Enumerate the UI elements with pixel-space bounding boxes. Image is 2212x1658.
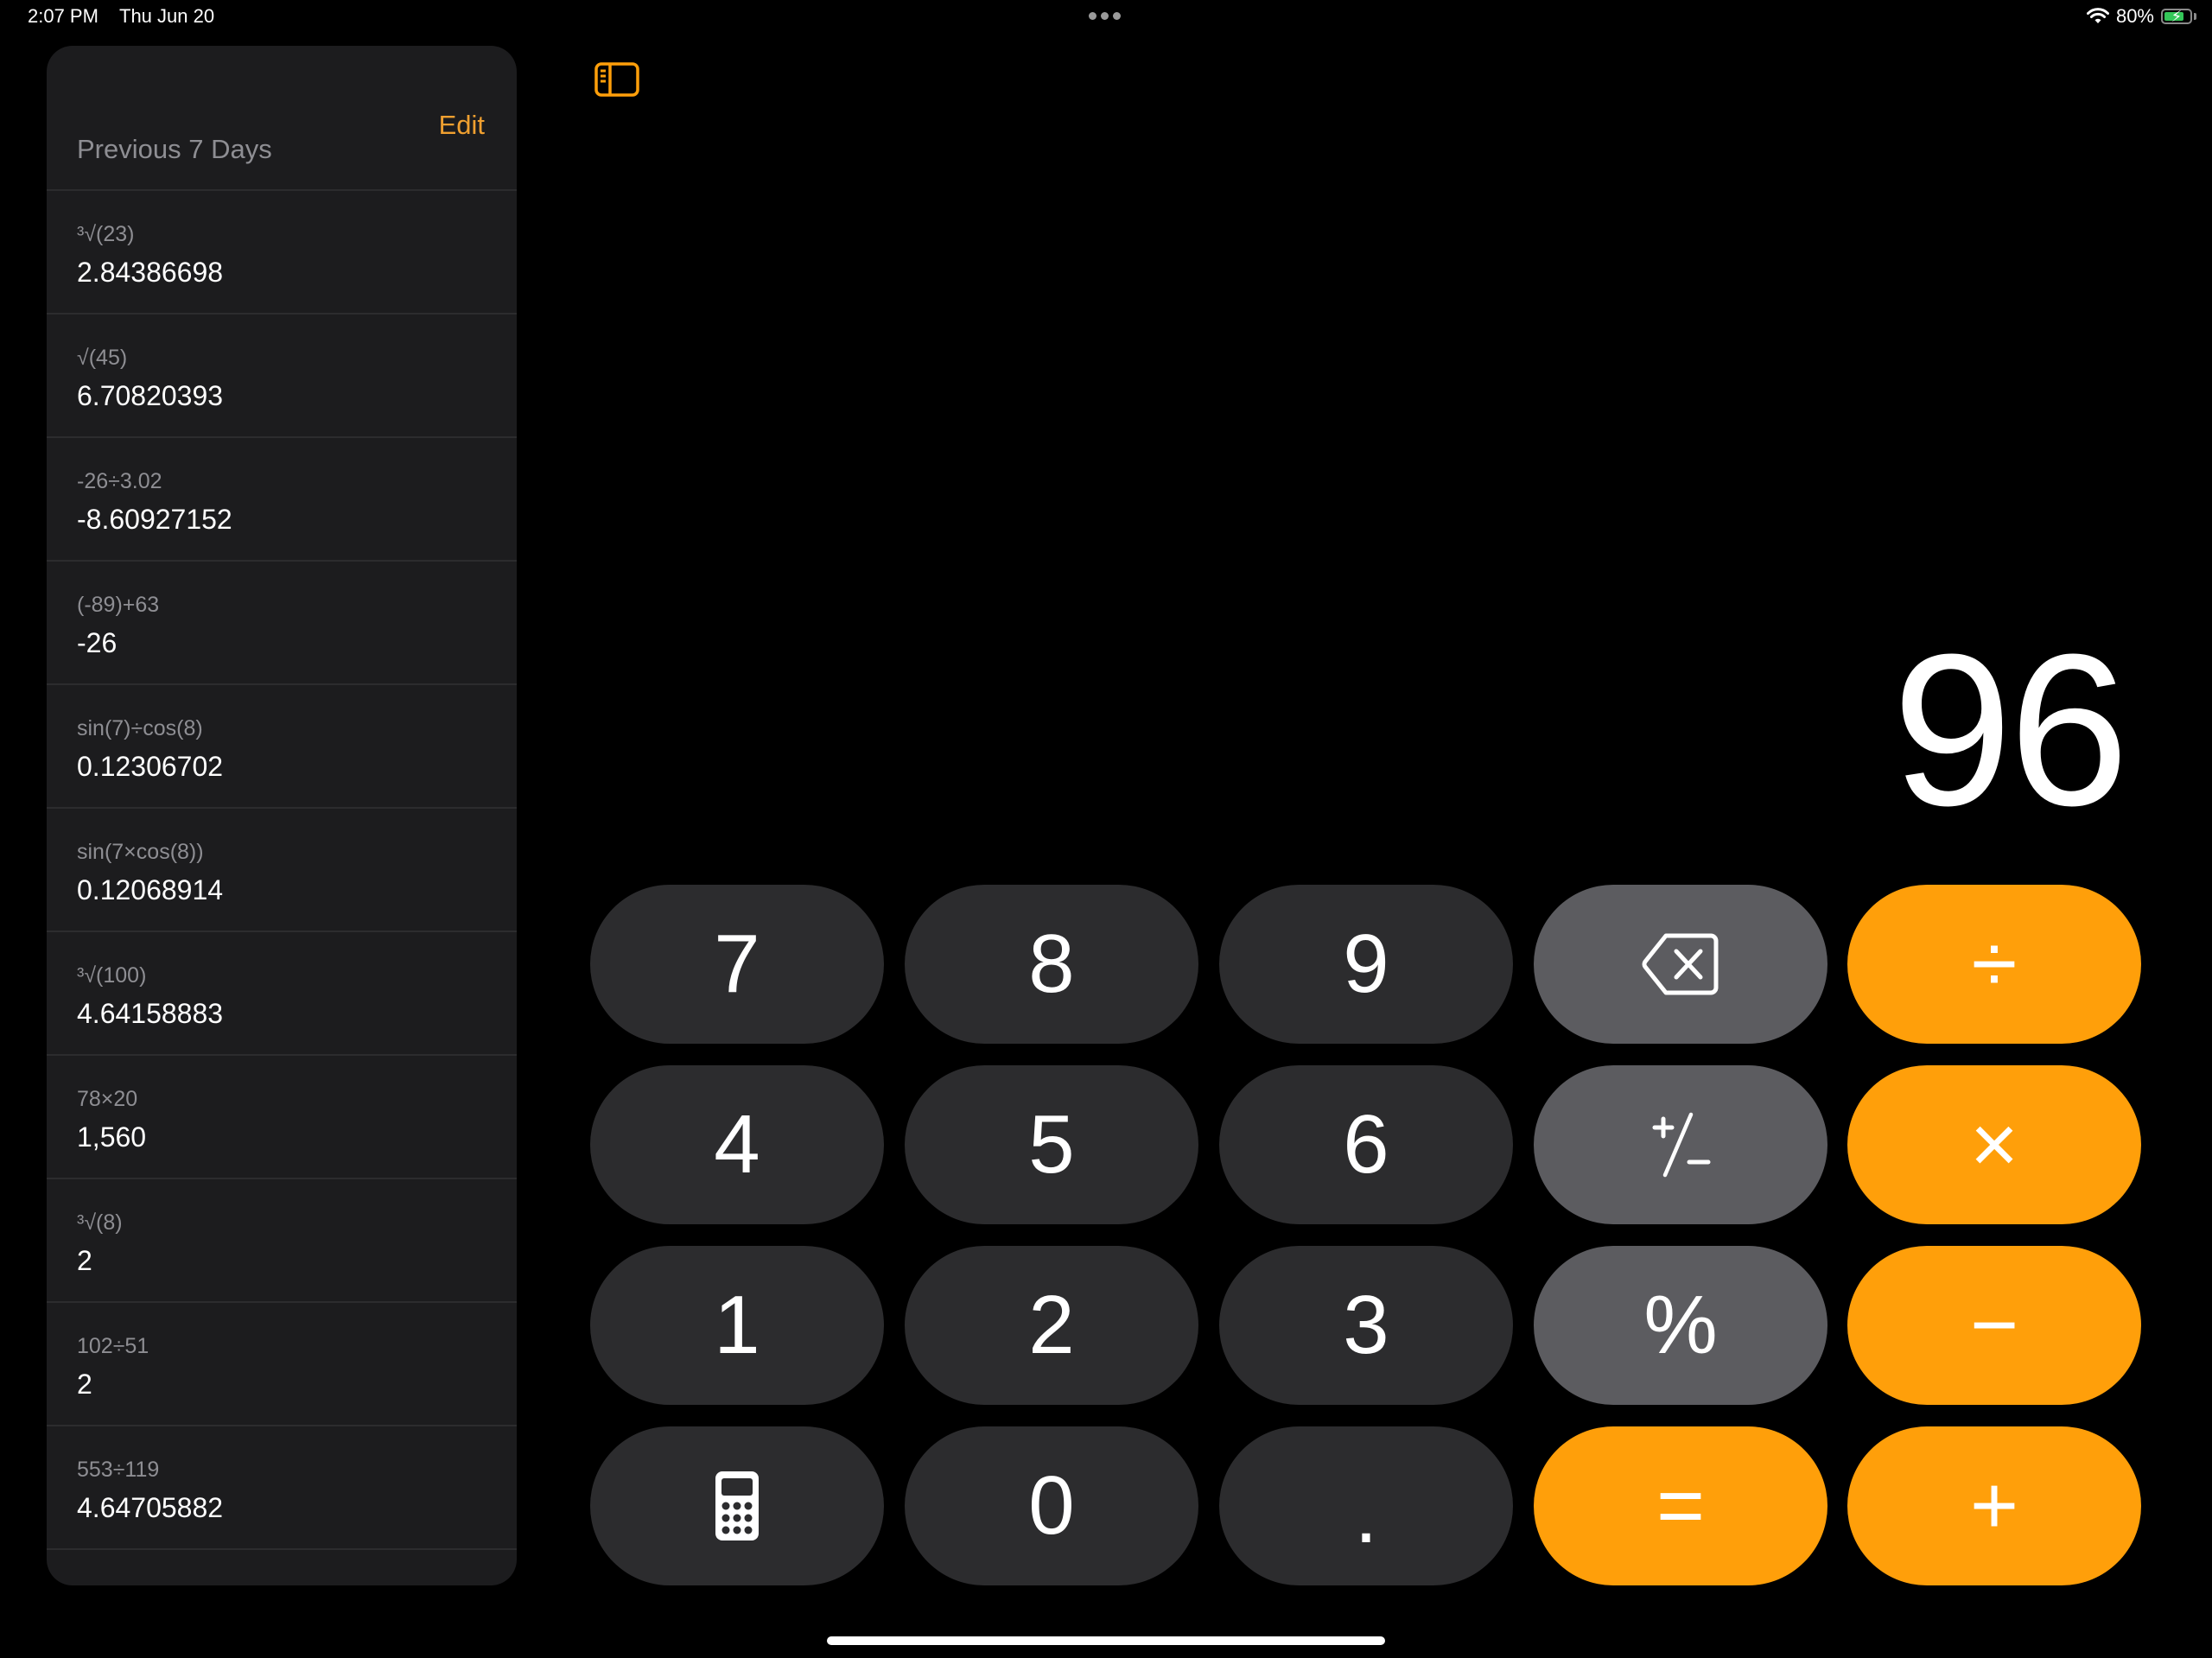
history-expression: 102÷51: [77, 1334, 149, 1358]
key-8[interactable]: 8: [905, 885, 1198, 1044]
add-key[interactable]: +: [1847, 1426, 2141, 1585]
history-expression: √(45): [77, 346, 128, 370]
history-result: 4.64705882: [77, 1492, 224, 1523]
history-item[interactable]: ³√(100) 4.64158883: [47, 931, 517, 1054]
history-result: 0.12306702: [77, 751, 224, 782]
plus-minus-icon: [1646, 1110, 1715, 1179]
history-item[interactable]: 102÷51 2: [47, 1301, 517, 1425]
key-4[interactable]: 4: [590, 1065, 884, 1224]
key-label: 5: [1028, 1098, 1075, 1191]
history-result: 4.64158883: [77, 998, 224, 1029]
multitasking-dots-icon[interactable]: [1089, 12, 1121, 20]
key-1[interactable]: 1: [590, 1246, 884, 1405]
history-expression: -26÷3.02: [77, 469, 162, 493]
key-label: 1: [714, 1279, 760, 1371]
key-label: 6: [1343, 1098, 1389, 1191]
key-label: ×: [1969, 1098, 2019, 1191]
key-3[interactable]: 3: [1219, 1246, 1513, 1405]
battery-cap: [2194, 13, 2196, 20]
calculator-mode-key[interactable]: [590, 1426, 884, 1585]
sidebar-toggle-button[interactable]: [594, 62, 639, 97]
history-result: 2: [77, 1369, 92, 1400]
key-label: 7: [714, 918, 760, 1010]
key-label: −: [1969, 1279, 2019, 1371]
history-list: ³√(23) 2.84386698 √(45) 6.70820393 -26÷3.02-…: [47, 189, 517, 1550]
battery-icon: ⚡︎: [2161, 8, 2192, 25]
history-item[interactable]: (-89)+63 -26: [47, 560, 517, 683]
history-expression: ³√(23): [77, 222, 135, 246]
charging-bolt-icon: ⚡︎: [2171, 8, 2183, 25]
battery-percent: 80%: [2115, 5, 2154, 27]
key-label: 9: [1343, 918, 1389, 1010]
key-label: %: [1643, 1279, 1718, 1371]
key-label: ÷: [1971, 918, 2018, 1010]
history-item[interactable]: 78×20 1,560: [47, 1054, 517, 1178]
section-header: Previous 7 Days: [77, 134, 272, 164]
calculator-icon: [714, 1470, 760, 1542]
key-5[interactable]: 5: [905, 1065, 1198, 1224]
status-time: 2:07 PM: [28, 5, 99, 27]
key-label: 0: [1028, 1459, 1075, 1552]
key-label: .: [1354, 1468, 1378, 1560]
history-item[interactable]: sin(7×cos(8)) 0.12068914: [47, 807, 517, 931]
history-result: -26: [77, 627, 118, 658]
key-label: 3: [1343, 1279, 1389, 1371]
history-expression: ³√(100): [77, 963, 147, 988]
key-label: 4: [714, 1098, 760, 1191]
equals-key[interactable]: =: [1534, 1426, 1827, 1585]
history-result: 1,560: [77, 1121, 147, 1153]
key-label: +: [1969, 1459, 2019, 1552]
history-expression: sin(7×cos(8)): [77, 840, 204, 864]
history-result: 2.84386698: [77, 257, 224, 288]
key-9[interactable]: 9: [1219, 885, 1513, 1044]
history-sidebar: Edit Previous 7 Days ³√(23) 2.84386698 √(4…: [47, 46, 517, 1585]
status-date: Thu Jun 20: [119, 5, 215, 27]
history-expression: ³√(8): [77, 1210, 123, 1235]
key-label: =: [1656, 1459, 1706, 1552]
history-expression: 553÷119: [77, 1458, 160, 1482]
subtract-key[interactable]: −: [1847, 1246, 2141, 1405]
result-display: 96: [1891, 609, 2129, 850]
key-label: 8: [1028, 918, 1075, 1010]
backspace-key[interactable]: [1534, 885, 1827, 1044]
history-expression: sin(7)÷cos(8): [77, 716, 203, 740]
history-expression: (-89)+63: [77, 593, 160, 617]
divide-key[interactable]: ÷: [1847, 885, 2141, 1044]
key-7[interactable]: 7: [590, 885, 884, 1044]
key-2[interactable]: 2: [905, 1246, 1198, 1405]
home-indicator[interactable]: [827, 1636, 1385, 1645]
key-label: 2: [1028, 1279, 1075, 1371]
key-6[interactable]: 6: [1219, 1065, 1513, 1224]
sidebar-toggle-icon: [594, 62, 639, 97]
history-item[interactable]: √(45) 6.70820393: [47, 313, 517, 436]
history-result: -8.60927152: [77, 504, 232, 535]
percent-key[interactable]: %: [1534, 1246, 1827, 1405]
plus-minus-key[interactable]: [1534, 1065, 1827, 1224]
backspace-icon: [1642, 932, 1719, 996]
history-item[interactable]: ³√(8) 2: [47, 1178, 517, 1301]
history-result: 2: [77, 1245, 92, 1276]
multiply-key[interactable]: ×: [1847, 1065, 2141, 1224]
history-item[interactable]: -26÷3.02 -8.60927152: [47, 436, 517, 560]
history-divider: [47, 1548, 517, 1550]
key-0[interactable]: 0: [905, 1426, 1198, 1585]
history-item[interactable]: sin(7)÷cos(8) 0.12306702: [47, 683, 517, 807]
history-expression: 78×20: [77, 1087, 138, 1111]
wifi-icon: [2086, 8, 2109, 23]
history-result: 6.70820393: [77, 380, 224, 411]
decimal-key[interactable]: .: [1219, 1426, 1513, 1585]
edit-button[interactable]: Edit: [439, 110, 485, 141]
status-indicators: 80% ⚡︎: [2086, 5, 2196, 28]
history-result: 0.12068914: [77, 874, 224, 905]
history-item[interactable]: ³√(23) 2.84386698: [47, 189, 517, 313]
history-item[interactable]: 553÷119 4.64705882: [47, 1425, 517, 1548]
